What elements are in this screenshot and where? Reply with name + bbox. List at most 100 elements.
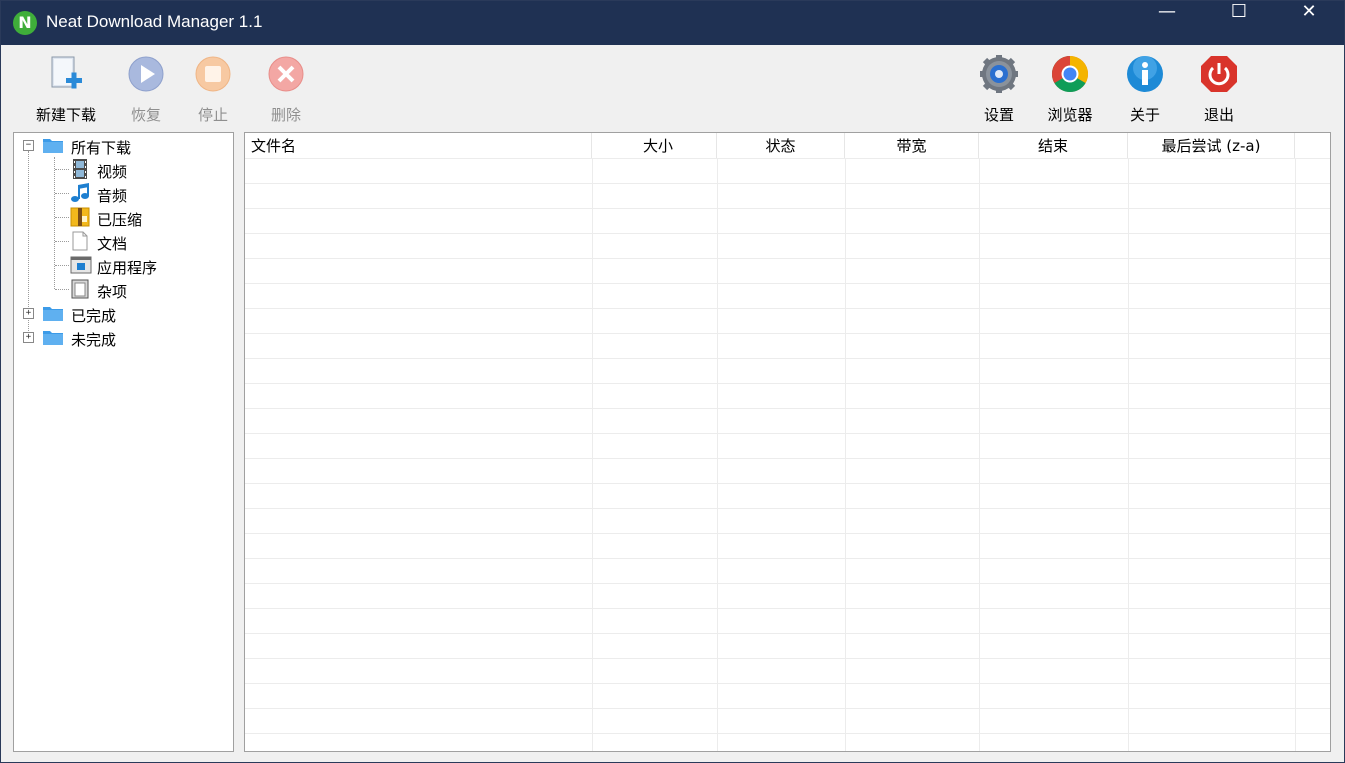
grid-row-line xyxy=(245,608,1330,609)
stop-label: 停止 xyxy=(197,106,228,124)
tree-item-label: 应用程序 xyxy=(97,259,158,277)
app-logo-icon: N xyxy=(13,11,37,35)
exit-button[interactable]: 退出 xyxy=(1183,52,1255,124)
new-download-label: 新建下载 xyxy=(35,106,96,124)
grid-row-line xyxy=(245,383,1330,384)
collapse-toggle[interactable]: − xyxy=(23,140,34,151)
grid-row-line xyxy=(245,183,1330,184)
tree-item-label: 未完成 xyxy=(71,331,117,349)
settings-button[interactable]: 设置 xyxy=(963,52,1035,124)
document-icon xyxy=(72,231,88,251)
tree-item-applications[interactable]: 应用程序 xyxy=(70,254,220,277)
tree-item-label: 杂项 xyxy=(97,283,128,301)
film-icon xyxy=(73,159,87,179)
tree-connector xyxy=(55,217,69,218)
expand-toggle[interactable]: + xyxy=(23,308,34,319)
delete-icon xyxy=(268,56,304,92)
tree-connector xyxy=(55,193,69,194)
about-button[interactable]: 关于 xyxy=(1109,52,1181,124)
new-download-icon xyxy=(51,56,82,89)
exit-label: 退出 xyxy=(1203,106,1234,124)
misc-file-icon xyxy=(71,279,89,299)
grid-row-line xyxy=(245,408,1330,409)
toolbar: 新建下载 恢复 停止 删除 设置 浏览器 关于 退出 xyxy=(1,46,1344,126)
tree-item-misc[interactable]: 杂项 xyxy=(70,278,220,301)
grid-row-line xyxy=(245,558,1330,559)
resume-button[interactable]: 恢复 xyxy=(110,52,182,124)
folder-icon xyxy=(43,307,63,321)
settings-label: 设置 xyxy=(983,106,1014,124)
grid-row-line xyxy=(245,208,1330,209)
grid-row-line xyxy=(245,708,1330,709)
tree-item-label: 视频 xyxy=(97,163,128,181)
grid-row-line xyxy=(245,308,1330,309)
column-header-end[interactable]: 结束 xyxy=(979,133,1128,159)
tree-connector xyxy=(54,157,55,289)
grid-column-line xyxy=(717,159,718,751)
grid-column-line xyxy=(1295,159,1296,751)
grid-row-line xyxy=(245,733,1330,734)
grid-row-line xyxy=(245,433,1330,434)
download-list[interactable]: 文件名 大小 状态 带宽 结束 最后尝试 (z-a) xyxy=(244,132,1331,752)
maximize-button[interactable]: ☐ xyxy=(1204,1,1274,45)
minimize-button[interactable]: — xyxy=(1132,1,1202,45)
column-header-size[interactable]: 大小 xyxy=(592,133,717,159)
expand-toggle[interactable]: + xyxy=(23,332,34,343)
application-icon xyxy=(70,256,92,274)
grid-row-line xyxy=(245,233,1330,234)
grid-column-line xyxy=(845,159,846,751)
grid-row-line xyxy=(245,358,1330,359)
tree-item-all-downloads[interactable]: 所有下载 xyxy=(42,134,222,157)
tree-item-label: 音频 xyxy=(97,187,128,205)
grid-column-line xyxy=(1128,159,1129,751)
tree-connector xyxy=(55,289,69,290)
chrome-icon xyxy=(1051,55,1089,93)
tree-item-compressed[interactable]: 已压缩 xyxy=(70,206,220,229)
stop-icon xyxy=(195,56,231,92)
grid-row-line xyxy=(245,283,1330,284)
tree-item-documents[interactable]: 文档 xyxy=(70,230,220,253)
browser-label: 浏览器 xyxy=(1047,106,1093,124)
stop-button[interactable]: 停止 xyxy=(177,52,249,124)
tree-item-incomplete[interactable]: 未完成 xyxy=(42,326,222,349)
app-window: N Neat Download Manager 1.1 — ☐ ✕ 新建下载 恢… xyxy=(0,0,1345,763)
grid-row-line xyxy=(245,683,1330,684)
grid-row-line xyxy=(245,458,1330,459)
grid-row-line xyxy=(245,633,1330,634)
column-header-status[interactable]: 状态 xyxy=(717,133,845,159)
tree-item-completed[interactable]: 已完成 xyxy=(42,302,222,325)
tree-connector xyxy=(55,241,69,242)
column-header-filler xyxy=(1295,133,1330,159)
close-button[interactable]: ✕ xyxy=(1274,1,1344,45)
grid-row-line xyxy=(245,158,1330,159)
category-tree: − 所有下载 视频 音频 已压缩 文档 应用程序 杂项 + 已完成 + 未完成 xyxy=(13,132,234,752)
power-icon xyxy=(1201,56,1237,92)
tree-connector xyxy=(55,265,69,266)
grid-row-line xyxy=(245,658,1330,659)
tree-item-video[interactable]: 视频 xyxy=(70,158,220,181)
info-icon xyxy=(1127,56,1163,92)
grid-row-line xyxy=(245,483,1330,484)
browser-button[interactable]: 浏览器 xyxy=(1034,52,1106,124)
new-download-button[interactable]: 新建下载 xyxy=(30,52,102,124)
archive-icon xyxy=(70,207,90,227)
delete-button[interactable]: 删除 xyxy=(250,52,322,124)
gear-icon xyxy=(980,55,1018,93)
tree-connector xyxy=(55,169,69,170)
folder-icon xyxy=(43,139,63,153)
column-header-last-try[interactable]: 最后尝试 (z-a) xyxy=(1128,133,1295,159)
about-label: 关于 xyxy=(1129,106,1160,124)
column-header-bandwidth[interactable]: 带宽 xyxy=(845,133,979,159)
grid-row-line xyxy=(245,508,1330,509)
column-header-filename[interactable]: 文件名 xyxy=(245,133,592,159)
tree-item-label: 所有下载 xyxy=(71,139,132,157)
title-bar: N Neat Download Manager 1.1 — ☐ ✕ xyxy=(1,1,1344,45)
tree-item-audio[interactable]: 音频 xyxy=(70,182,220,205)
resume-label: 恢复 xyxy=(130,106,161,124)
window-title: Neat Download Manager 1.1 xyxy=(46,12,263,31)
tree-item-label: 文档 xyxy=(97,235,128,253)
grid-row-line xyxy=(245,583,1330,584)
grid-row-line xyxy=(245,258,1330,259)
play-icon xyxy=(128,56,164,92)
grid-column-line xyxy=(979,159,980,751)
